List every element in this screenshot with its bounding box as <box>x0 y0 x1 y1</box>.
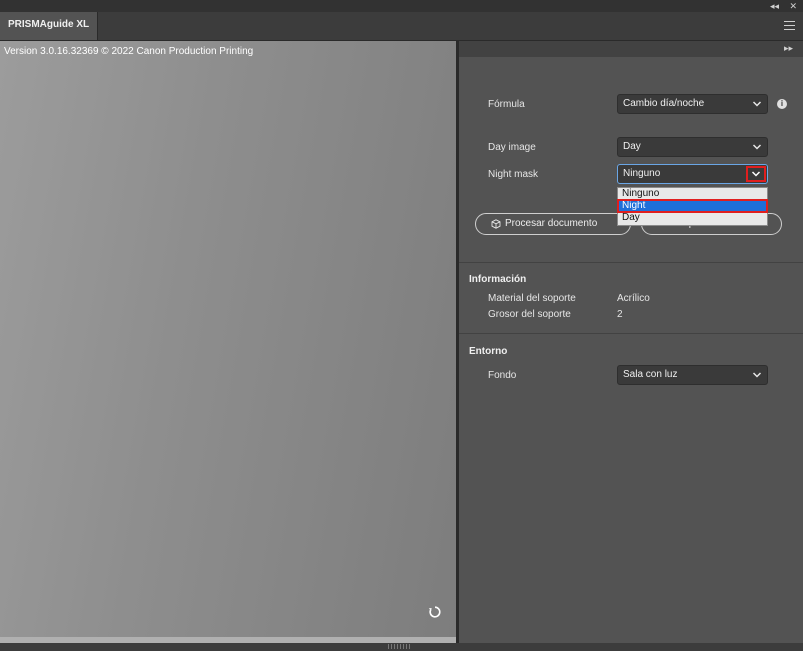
process-document-label: Procesar documento <box>505 218 598 229</box>
panel-header: ▸▸ <box>459 41 803 57</box>
night-mask-dropdown-list: Ninguno Night Day <box>617 187 768 226</box>
background-value: Sala con luz <box>623 369 678 380</box>
option-day[interactable]: Day <box>618 212 767 224</box>
support-thickness-value: 2 <box>617 309 623 320</box>
formula-label: Fórmula <box>488 99 525 110</box>
night-mask-select[interactable]: Ninguno <box>617 164 768 184</box>
chevron-down-icon <box>751 171 761 177</box>
background-label: Fondo <box>488 370 517 381</box>
section-divider <box>459 262 803 263</box>
top-strip: ◂◂ ✕ <box>0 0 803 12</box>
support-material-label: Material del soporte <box>488 293 576 304</box>
environment-section-title: Entorno <box>469 346 508 357</box>
tab-prismaguide[interactable]: PRISMAguide XL <box>0 12 99 40</box>
formula-select[interactable]: Cambio día/noche <box>617 94 768 114</box>
option-night[interactable]: Night <box>617 199 768 213</box>
support-thickness-label: Grosor del soporte <box>488 309 571 320</box>
chevron-down-icon <box>752 101 762 107</box>
night-mask-value: Ninguno <box>623 168 661 179</box>
preview-area: Version 3.0.16.32369 © 2022 Canon Produc… <box>0 41 456 637</box>
collapse-panel-icon[interactable]: ▸▸ <box>784 43 793 54</box>
day-image-select[interactable]: Day <box>617 137 768 157</box>
title-bar: PRISMAguide XL <box>0 12 803 41</box>
hamburger-icon[interactable] <box>784 21 795 30</box>
resize-grip[interactable] <box>388 644 410 649</box>
version-text: Version 3.0.16.32369 © 2022 Canon Produc… <box>4 46 254 57</box>
info-icon[interactable]: i <box>777 99 787 109</box>
support-material-value: Acrílico <box>617 293 650 304</box>
formula-value: Cambio día/noche <box>623 98 705 109</box>
chevron-down-icon <box>752 372 762 378</box>
day-image-value: Day <box>623 141 641 152</box>
refresh-icon[interactable] <box>428 605 442 619</box>
cube-icon <box>491 219 501 229</box>
status-bar <box>0 643 803 651</box>
night-mask-label: Night mask <box>488 169 539 180</box>
section-divider <box>459 333 803 334</box>
option-ninguno[interactable]: Ninguno <box>618 188 767 200</box>
chevron-down-icon <box>752 144 762 150</box>
collapse-panels-icon[interactable]: ◂◂ <box>770 0 779 12</box>
night-mask-dropdown-toggle[interactable] <box>746 166 766 182</box>
day-image-label: Day image <box>488 142 536 153</box>
background-select[interactable]: Sala con luz <box>617 365 768 385</box>
info-section-title: Información <box>469 274 527 285</box>
settings-panel: ▸▸ Fórmula Cambio día/noche i Day image … <box>459 41 803 643</box>
process-document-button[interactable]: Procesar documento <box>475 213 631 235</box>
close-icon[interactable]: ✕ <box>789 0 797 12</box>
